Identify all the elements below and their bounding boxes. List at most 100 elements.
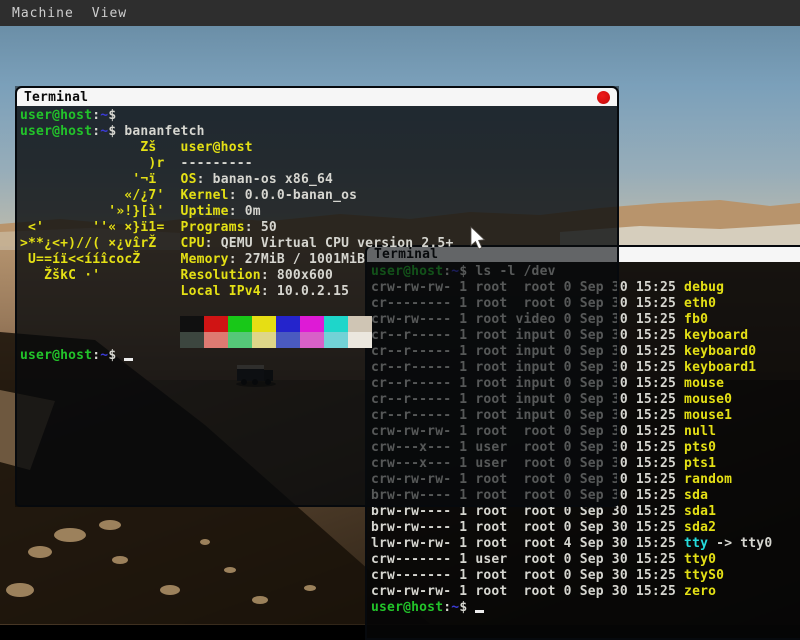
- terminal-line: >**¿<+)//( ×¿vîrŽ CPU: QEMU Virtual CPU …: [20, 236, 617, 252]
- terminal-line: lrw-rw-rw- 1 root root 4 Sep 30 15:25 tt…: [371, 536, 800, 552]
- text-segment: random: [684, 472, 732, 487]
- palette-swatch: [180, 316, 204, 332]
- text-segment: pts0: [684, 440, 716, 455]
- text-segment: zero: [684, 584, 716, 599]
- text-segment: Kernel: [181, 188, 229, 203]
- menu-item-view[interactable]: View: [92, 6, 127, 21]
- terminal-line: user@host:~$ bananfetch: [20, 124, 617, 140]
- titlebar[interactable]: Terminal: [17, 88, 617, 106]
- text-segment: crw------- 1 root root 0 Sep 30 15:25: [371, 568, 684, 583]
- text-segment: sda2: [684, 520, 716, 535]
- palette-swatch: [276, 316, 300, 332]
- palette-swatch: [252, 332, 276, 348]
- vm-menu-bar: Machine View: [0, 0, 800, 26]
- palette-swatch: [300, 332, 324, 348]
- text-segment: $: [108, 108, 116, 123]
- text-segment: : 10.0.2.15: [261, 284, 349, 299]
- close-button[interactable]: [597, 91, 610, 104]
- text-segment: : 50: [245, 220, 277, 235]
- window-title: Terminal: [17, 90, 88, 105]
- color-palette-row: [20, 332, 617, 348]
- palette-swatch: [348, 316, 372, 332]
- terminal-line: crw------- 1 root root 0 Sep 30 15:25 tt…: [371, 568, 800, 584]
- text-segment: <' ''« ×}ï1=: [20, 220, 181, 235]
- text-segment: U==íï<<ííîcocŽ: [20, 252, 181, 267]
- text-segment: tty: [684, 536, 708, 551]
- palette-swatch: [324, 332, 348, 348]
- text-segment: Zš: [20, 140, 181, 155]
- text-segment: user@host: [20, 124, 92, 139]
- text-segment: fb0: [684, 312, 708, 327]
- terminal-line: )r ---------: [20, 156, 617, 172]
- text-segment: : banan-os x86_64: [197, 172, 333, 187]
- terminal-line: ŽškC ·' Resolution: 800x600: [20, 268, 617, 284]
- palette-swatch: [204, 316, 228, 332]
- text-segment: keyboard1: [684, 360, 756, 375]
- terminal-window-1: Terminal user@host:~$user@host:~$ bananf…: [15, 86, 619, 507]
- text-segment: Memory: [181, 252, 229, 267]
- terminal-line: brw-rw---- 1 root root 0 Sep 30 15:25 sd…: [371, 520, 800, 536]
- terminal-line: '»!}[ì' Uptime: 0m: [20, 204, 617, 220]
- text-segment: ŽškC ·': [20, 268, 181, 283]
- text-segment: debug: [684, 280, 724, 295]
- text-segment: $: [108, 348, 124, 363]
- text-segment: '»!}[ì': [20, 204, 181, 219]
- terminal-line: '¬ï OS: banan-os x86_64: [20, 172, 617, 188]
- text-segment: )r: [20, 156, 181, 171]
- text-segment: Resolution: [181, 268, 261, 283]
- terminal-line: Zš user@host: [20, 140, 617, 156]
- text-segment: keyboard: [684, 328, 748, 343]
- terminal-line: user@host:~$: [20, 108, 617, 124]
- text-segment: user@host: [20, 108, 92, 123]
- text-segment: CPU: [181, 236, 205, 251]
- text-segment: bananfetch: [124, 124, 204, 139]
- text-segment: ---------: [181, 156, 253, 171]
- text-segment: user@host: [181, 140, 253, 155]
- palette-swatch: [324, 316, 348, 332]
- menu-item-machine[interactable]: Machine: [12, 6, 74, 21]
- text-segment: null: [684, 424, 716, 439]
- palette-swatch: [300, 316, 324, 332]
- text-segment: $: [108, 124, 124, 139]
- text-segment: '¬ï: [20, 172, 181, 187]
- text-segment: crw-rw-rw- 1 root root 0 Sep 30 15:25: [371, 584, 684, 599]
- text-segment: lrw-rw-rw- 1 root root 4 Sep 30 15:25: [371, 536, 684, 551]
- terminal-line: user@host:~$: [20, 348, 617, 364]
- text-segment: tty0: [684, 552, 716, 567]
- terminal-line: crw------- 1 user root 0 Sep 30 15:25 tt…: [371, 552, 800, 568]
- text-segment: -> tty0: [708, 536, 772, 551]
- text-segment: sda1: [684, 504, 716, 519]
- mouse-cursor-icon: [470, 226, 490, 252]
- text-segment: : 27MiB / 1001MiB: [229, 252, 365, 267]
- text-segment: eth0: [684, 296, 716, 311]
- palette-swatch: [228, 316, 252, 332]
- text-segment: >**¿<+)//( ×¿vîrŽ: [20, 236, 181, 251]
- text-segment: : 800x600: [261, 268, 333, 283]
- text-segment: mouse: [684, 376, 724, 391]
- text-segment: «/¿7': [20, 188, 181, 203]
- palette-swatch: [252, 316, 276, 332]
- terminal-line: Local IPv4: 10.0.2.15: [20, 284, 617, 300]
- terminal-line: «/¿7' Kernel: 0.0.0-banan_os: [20, 188, 617, 204]
- terminal-content[interactable]: user@host:~$user@host:~$ bananfetch Zš u…: [17, 106, 617, 505]
- terminal-line: U==íï<<ííîcocŽ Memory: 27MiB / 1001MiB: [20, 252, 617, 268]
- text-cursor: [475, 610, 484, 613]
- text-segment: : QEMU Virtual CPU version 2.5+: [205, 236, 454, 251]
- text-segment: mouse0: [684, 392, 732, 407]
- text-segment: user@host: [20, 348, 92, 363]
- palette-swatch: [276, 332, 300, 348]
- text-segment: mouse1: [684, 408, 732, 423]
- text-segment: user@host: [371, 600, 443, 615]
- text-segment: [20, 284, 181, 299]
- text-segment: pts1: [684, 456, 716, 471]
- text-segment: OS: [181, 172, 197, 187]
- text-segment: Local IPv4: [181, 284, 261, 299]
- terminal-line: <' ''« ×}ï1= Programs: 50: [20, 220, 617, 236]
- palette-swatch: [228, 332, 252, 348]
- text-segment: Programs: [181, 220, 245, 235]
- palette-swatch: [204, 332, 228, 348]
- text-cursor: [124, 358, 133, 361]
- text-segment: crw------- 1 user root 0 Sep 30 15:25: [371, 552, 684, 567]
- text-segment: : 0m: [229, 204, 261, 219]
- text-segment: keyboard0: [684, 344, 756, 359]
